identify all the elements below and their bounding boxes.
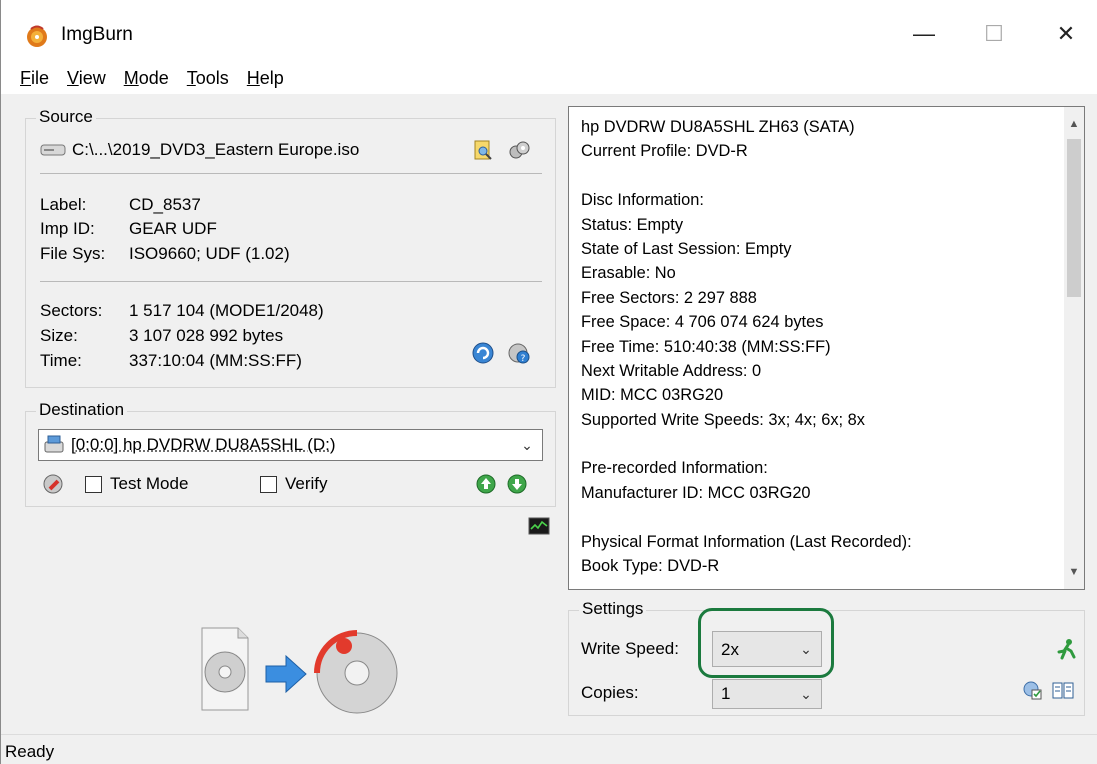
info-line: Free Time: 510:40:38 (MM:SS:FF)	[581, 335, 912, 359]
menu-view[interactable]: View	[60, 66, 113, 91]
menu-file[interactable]: File	[13, 66, 56, 91]
test-mode-checkbox[interactable]	[85, 476, 102, 493]
info-line: MID: MCC 03RG20	[581, 383, 912, 407]
browse-file-icon[interactable]	[472, 139, 494, 161]
write-speed-label: Write Speed:	[581, 639, 679, 659]
imp-id-value: GEAR UDF	[129, 219, 217, 239]
test-mode-label: Test Mode	[110, 474, 188, 494]
scroll-down-icon[interactable]: ▼	[1064, 561, 1084, 583]
arrow-down-icon[interactable]	[506, 473, 528, 495]
settings-group-label: Settings	[579, 599, 646, 619]
help-info-icon[interactable]: ?	[507, 341, 531, 365]
queue-settings-icon[interactable]	[1021, 679, 1043, 701]
file-sys-key: File Sys:	[40, 244, 105, 264]
size-key: Size:	[40, 326, 78, 346]
imgburn-window: ImgBurn — ☐ ✕ File View Mode Tools Help …	[0, 0, 1097, 764]
source-file-path: C:\...\2019_DVD3_Eastern Europe.iso	[72, 140, 359, 160]
destination-drive-value: [0:0:0] hp DVDRW DU8A5SHL (D:)	[71, 435, 336, 455]
info-line: Book Type: DVD-R	[581, 554, 912, 578]
menu-bar: File View Mode Tools Help	[1, 62, 1097, 94]
source-group: Source C:\...\2019_DVD3_Eastern Europe.i…	[25, 118, 556, 388]
log-book-icon[interactable]	[1051, 679, 1075, 701]
arrow-up-icon[interactable]	[475, 473, 497, 495]
time-value: 337:10:04 (MM:SS:FF)	[129, 351, 302, 371]
drive-info-text: hp DVDRW DU8A5SHL ZH63 (SATA) Current Pr…	[581, 115, 912, 578]
chevron-down-icon: ⌄	[791, 680, 821, 708]
destination-group-label: Destination	[36, 400, 127, 420]
source-group-label: Source	[36, 107, 96, 127]
graph-data-icon[interactable]	[528, 515, 550, 537]
file-sys-value: ISO9660; UDF (1.02)	[129, 244, 290, 264]
window-title: ImgBurn	[61, 24, 133, 46]
destination-group: Destination [0:0:0] hp DVDRW DU8A5SHL (D…	[25, 411, 556, 507]
copies-select[interactable]: 1 ⌄	[712, 679, 822, 709]
info-line: State of Last Session: Empty	[581, 237, 912, 261]
info-line: Status: Empty	[581, 213, 912, 237]
drive-icon	[43, 434, 65, 456]
scroll-up-icon[interactable]: ▲	[1064, 113, 1084, 135]
info-line: Physical Format Information (Last Record…	[581, 530, 912, 554]
info-line: Manufacturer ID: MCC 03RG20	[581, 481, 912, 505]
copies-label: Copies:	[581, 683, 639, 703]
info-line: Disc Information:	[581, 188, 912, 212]
menu-tools[interactable]: Tools	[180, 66, 236, 91]
imp-id-key: Imp ID:	[40, 219, 95, 239]
maximize-button[interactable]: ☐	[971, 14, 1017, 54]
run-icon[interactable]	[1055, 637, 1079, 661]
info-line: hp DVDRW DU8A5SHL ZH63 (SATA)	[581, 115, 912, 139]
write-speed-highlight	[698, 608, 834, 678]
size-value: 3 107 028 992 bytes	[129, 326, 283, 346]
title-bar: ImgBurn — ☐ ✕	[1, 0, 1097, 62]
calculate-icon[interactable]	[508, 139, 530, 161]
info-line: Free Space: 4 706 074 624 bytes	[581, 310, 912, 334]
menu-help[interactable]: Help	[240, 66, 291, 91]
sectors-value: 1 517 104 (MODE1/2048)	[129, 301, 324, 321]
sectors-key: Sectors:	[40, 301, 102, 321]
drive-info-panel[interactable]: hp DVDRW DU8A5SHL ZH63 (SATA) Current Pr…	[568, 106, 1085, 590]
status-bar: Ready	[1, 734, 1097, 764]
info-line	[581, 164, 912, 188]
info-line: Current Profile: DVD-R	[581, 139, 912, 163]
info-line: Erasable: No	[581, 261, 912, 285]
refresh-icon[interactable]	[471, 341, 495, 365]
close-button[interactable]: ✕	[1043, 14, 1089, 54]
info-line: Supported Write Speeds: 3x; 4x; 6x; 8x	[581, 408, 912, 432]
scroll-thumb[interactable]	[1067, 139, 1081, 297]
info-scrollbar[interactable]: ▲ ▼	[1064, 107, 1084, 589]
eject-drive-icon[interactable]	[42, 473, 64, 495]
disk-drive-icon	[40, 141, 66, 159]
destination-drive-select[interactable]: [0:0:0] hp DVDRW DU8A5SHL (D:) ⌄	[38, 429, 543, 461]
label-value: CD_8537	[129, 195, 201, 215]
copies-value: 1	[721, 684, 730, 704]
info-line	[581, 432, 912, 456]
imgburn-app-icon	[25, 24, 49, 48]
verify-checkbox[interactable]	[260, 476, 277, 493]
chevron-down-icon: ⌄	[512, 430, 542, 460]
status-text: Ready	[5, 742, 54, 762]
time-key: Time:	[40, 351, 82, 371]
minimize-button[interactable]: —	[901, 14, 947, 54]
info-line: Next Writable Address: 0	[581, 359, 912, 383]
menu-mode[interactable]: Mode	[117, 66, 176, 91]
label-key: Label:	[40, 195, 86, 215]
write-image-button[interactable]	[194, 618, 404, 718]
info-line	[581, 505, 912, 529]
info-line: Pre-recorded Information:	[581, 456, 912, 480]
info-line: Free Sectors: 2 297 888	[581, 286, 912, 310]
svg-text:?: ?	[521, 354, 526, 364]
verify-label: Verify	[285, 474, 328, 494]
